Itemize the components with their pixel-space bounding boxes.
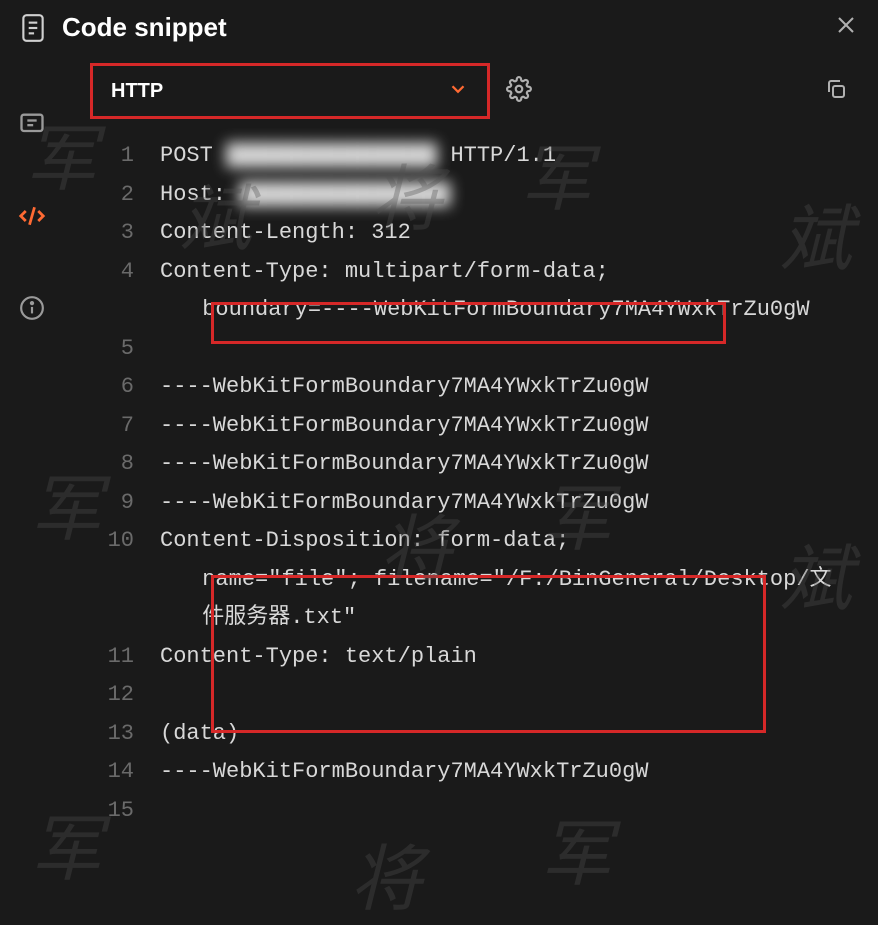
code-text: Content-Type: text/plain	[160, 638, 858, 677]
code-text: Content-Disposition: form-data;	[160, 522, 858, 561]
close-button[interactable]	[834, 13, 858, 42]
code-line: 6----WebKitFormBoundary7MA4YWxkTrZu0gW	[90, 368, 858, 407]
close-icon	[834, 24, 858, 41]
chevron-down-icon	[447, 78, 469, 105]
code-line: 3Content-Length: 312	[90, 214, 858, 253]
code-text: POST ████████████████ HTTP/1.1	[160, 137, 858, 176]
code-line: name="file"; filename="/F:/BinGeneral/De…	[90, 561, 858, 638]
code-line: 14----WebKitFormBoundary7MA4YWxkTrZu0gW	[90, 753, 858, 792]
code-text: (data)	[160, 715, 858, 754]
code-line: 15	[90, 792, 858, 831]
code-line: 11Content-Type: text/plain	[90, 638, 858, 677]
watermark: 将	[350, 820, 422, 925]
code-line: 7----WebKitFormBoundary7MA4YWxkTrZu0gW	[90, 407, 858, 446]
code-text: Content-Length: 312	[160, 214, 858, 253]
line-number: 15	[90, 792, 160, 831]
code-line: 8----WebKitFormBoundary7MA4YWxkTrZu0gW	[90, 445, 858, 484]
code-line: 2Host: ████████████████	[90, 176, 858, 215]
line-number: 12	[90, 676, 160, 715]
code-text: ----WebKitFormBoundary7MA4YWxkTrZu0gW	[160, 445, 858, 484]
code-text: ----WebKitFormBoundary7MA4YWxkTrZu0gW	[160, 484, 858, 523]
line-number: 7	[90, 407, 160, 446]
line-number: 2	[90, 176, 160, 215]
line-number: 4	[90, 253, 160, 292]
line-number: 5	[90, 330, 160, 369]
code-line: 1POST ████████████████ HTTP/1.1	[90, 137, 858, 176]
code-area[interactable]: 1POST ████████████████ HTTP/1.12Host: ██…	[0, 127, 878, 830]
controls-row: HTTP	[0, 59, 878, 127]
code-line: 5	[90, 330, 858, 369]
code-text: name="file"; filename="/F:/BinGeneral/De…	[160, 561, 858, 638]
code-line: 12	[90, 676, 858, 715]
page-title: Code snippet	[62, 12, 818, 43]
code-text: ----WebKitFormBoundary7MA4YWxkTrZu0gW	[160, 368, 858, 407]
code-text: ----WebKitFormBoundary7MA4YWxkTrZu0gW	[160, 407, 858, 446]
line-number: 9	[90, 484, 160, 523]
settings-button[interactable]	[506, 76, 532, 107]
gear-icon	[506, 76, 532, 107]
header: Code snippet	[0, 0, 878, 59]
language-select[interactable]: HTTP	[90, 63, 490, 119]
line-number: 13	[90, 715, 160, 754]
code-line: 10Content-Disposition: form-data;	[90, 522, 858, 561]
code-line: boundary=----WebKitFormBoundary7MA4YWxkT…	[90, 291, 858, 330]
line-number: 11	[90, 638, 160, 677]
line-number: 10	[90, 522, 160, 561]
code-text: Host: ████████████████	[160, 176, 858, 215]
code-text: ----WebKitFormBoundary7MA4YWxkTrZu0gW	[160, 753, 858, 792]
line-number: 8	[90, 445, 160, 484]
line-number: 3	[90, 214, 160, 253]
code-line: 13(data)	[90, 715, 858, 754]
line-number: 1	[90, 137, 160, 176]
code-text: Content-Type: multipart/form-data;	[160, 253, 858, 292]
document-icon	[20, 13, 46, 43]
line-number: 14	[90, 753, 160, 792]
code-line: 9----WebKitFormBoundary7MA4YWxkTrZu0gW	[90, 484, 858, 523]
copy-icon	[824, 77, 848, 106]
code-line: 4Content-Type: multipart/form-data;	[90, 253, 858, 292]
line-number: 6	[90, 368, 160, 407]
language-label: HTTP	[111, 80, 447, 103]
copy-button[interactable]	[824, 77, 848, 106]
code-text: boundary=----WebKitFormBoundary7MA4YWxkT…	[160, 291, 858, 330]
